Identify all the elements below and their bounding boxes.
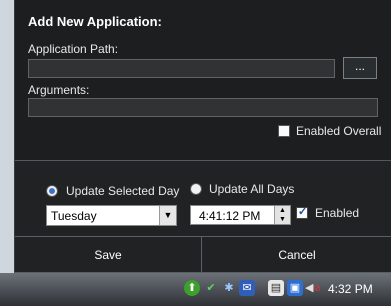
spin-up-icon[interactable]: ▲	[279, 207, 286, 214]
button-bar: Save Cancel	[15, 236, 391, 274]
arguments-label: Arguments:	[28, 83, 90, 97]
network-check-icon[interactable]: ✔	[203, 280, 219, 296]
network-icon[interactable]: ▣	[287, 280, 303, 296]
mail-icon[interactable]: ✉	[239, 280, 255, 296]
update-all-days-label: Update All Days	[209, 182, 295, 196]
spin-down-icon[interactable]: ▼	[279, 216, 286, 223]
day-select[interactable]: Tuesday ▼	[46, 205, 177, 226]
update-selected-day-label: Update Selected Day	[66, 184, 180, 198]
clipboard-icon[interactable]: ▤	[268, 280, 284, 296]
update-selected-day-radio[interactable]	[46, 185, 58, 197]
taskbar-clock[interactable]: 4:32 PM	[328, 282, 373, 296]
arguments-input[interactable]	[28, 98, 378, 117]
update-all-days-radio[interactable]	[190, 183, 202, 195]
enabled-overall-label: Enabled Overall	[296, 124, 382, 138]
time-value: 4:41:12 PM	[199, 209, 261, 223]
day-select-value: Tuesday	[51, 209, 97, 223]
dropdown-arrow-icon[interactable]: ▼	[159, 206, 176, 225]
enabled-overall-checkbox[interactable]	[278, 125, 290, 137]
enabled-label: Enabled	[315, 206, 360, 220]
app-path-label: Application Path:	[28, 42, 119, 56]
browse-button[interactable]: ...	[343, 57, 377, 79]
app-path-input[interactable]	[28, 59, 335, 78]
taskbar: ⬆ ✔ ✱ ✉ ▤ ▣ ◀⊘ 4:32 PM	[0, 273, 391, 306]
volume-muted-icon[interactable]: ◀⊘	[305, 280, 321, 296]
time-picker[interactable]: 4:41:12 PM ▲ ▼	[190, 205, 291, 225]
enabled-checkbox[interactable]: ✓	[296, 206, 308, 219]
checkmark-icon: ✓	[298, 206, 308, 218]
add-application-dialog: Add New Application: Application Path: .…	[14, 0, 391, 273]
section-divider	[15, 160, 391, 161]
app-tray-icon[interactable]: ⬆	[184, 280, 200, 296]
time-spinner[interactable]: ▲ ▼	[274, 206, 290, 224]
dialog-title: Add New Application:	[28, 14, 162, 29]
cancel-button[interactable]: Cancel	[202, 237, 391, 273]
bluetooth-icon[interactable]: ✱	[221, 280, 237, 296]
save-button[interactable]: Save	[15, 237, 202, 273]
